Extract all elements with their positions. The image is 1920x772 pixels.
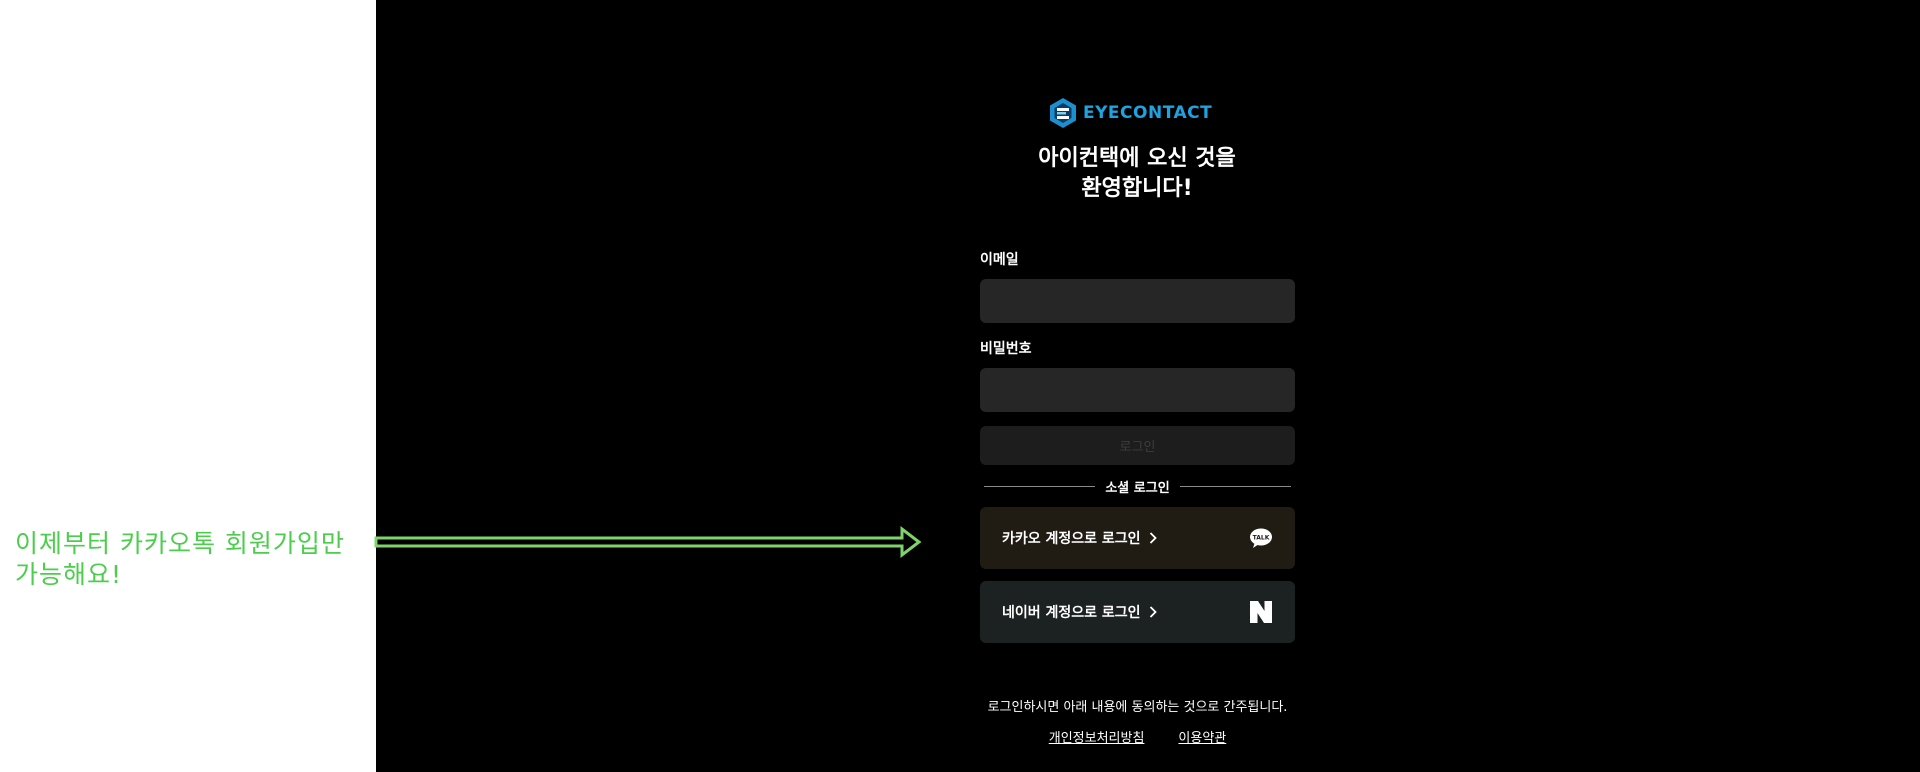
annotation-text: 이제부터 카카오톡 회원가입만 가능해요! [15,529,345,589]
annotation-panel: 이제부터 카카오톡 회원가입만 가능해요! [0,0,376,772]
annotation-arrow-icon [374,525,922,559]
email-field[interactable] [980,279,1295,323]
eyecontact-hexagon-logo-icon [1050,98,1076,128]
terms-of-service-link[interactable]: 이용약관 [1178,727,1226,746]
login-button[interactable]: 로그인 [980,426,1295,465]
kakao-login-label: 카카오 계정으로 로그인 [1002,531,1141,547]
kakao-login-button[interactable]: 카카오 계정으로 로그인 TALK [980,507,1295,569]
password-field[interactable] [980,368,1295,412]
svg-text:TALK: TALK [1253,535,1270,542]
password-label: 비밀번호 [980,341,1032,357]
divider-line-left [984,485,1096,487]
divider-line-right [1179,485,1292,487]
naver-login-label: 네이버 계정으로 로그인 [1002,605,1141,621]
footer-links: 개인정보처리방침 이용약관 [980,727,1295,746]
brand-logo: EYECONTACT [1047,96,1227,130]
chevron-right-icon [1149,532,1157,544]
chevron-right-icon [1149,606,1157,618]
terms-notice: 로그인하시면 아래 내용에 동의하는 것으로 간주됩니다. [987,700,1288,715]
kakao-talk-icon: TALK [1250,528,1272,548]
email-label: 이메일 [980,252,1019,268]
social-login-divider: 소셜 로그인 [984,477,1292,496]
welcome-title: 아이컨택에 오신 것을 환영합니다! [1038,146,1236,201]
naver-login-button[interactable]: 네이버 계정으로 로그인 [980,581,1295,643]
social-login-label: 소셜 로그인 [1105,480,1170,496]
brand-name: EYECONTACT [1083,103,1213,123]
privacy-policy-link[interactable]: 개인정보처리방침 [1049,727,1145,746]
naver-n-icon [1250,601,1272,623]
